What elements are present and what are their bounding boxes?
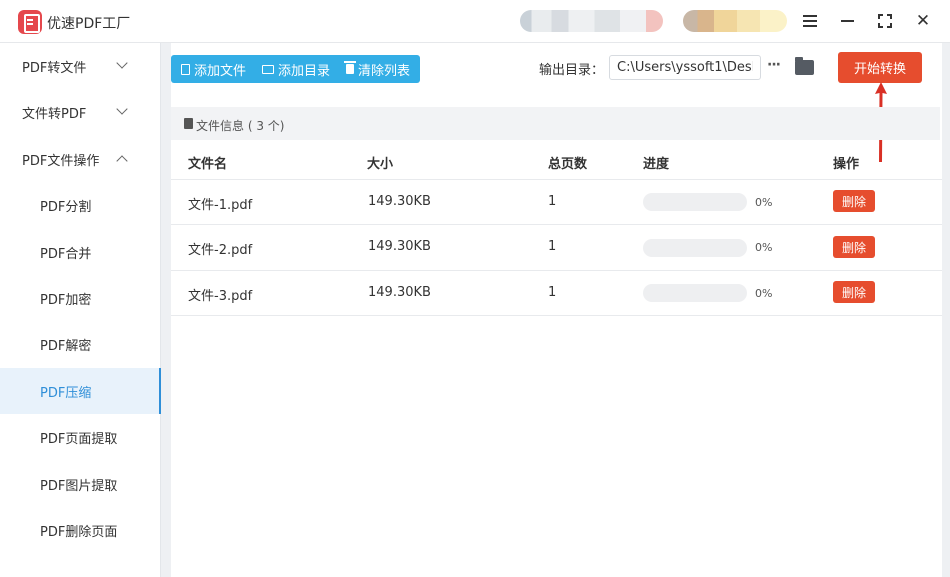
minimize-button[interactable] [834, 8, 860, 34]
sidebar-item-label: PDF解密 [40, 338, 92, 354]
page-count: 1 [548, 194, 557, 209]
add-folder-button[interactable]: 添加目录 [262, 55, 330, 83]
sidebar-group-file-to-pdf[interactable]: 文件转PDF [0, 89, 161, 135]
output-dir-label: 输出目录： [539, 63, 605, 78]
sidebar-group-pdf-operations[interactable]: PDF文件操作 [0, 136, 161, 182]
file-icon [181, 63, 190, 75]
progress-bar [643, 284, 747, 302]
more-options-button[interactable]: ··· [767, 57, 785, 77]
sidebar-item-decrypt[interactable]: PDF解密 [0, 321, 161, 367]
file-name: 文件-1.pdf [188, 198, 253, 213]
sidebar-group-label: 文件转PDF [22, 106, 87, 122]
sidebar-group-label: PDF文件操作 [22, 153, 100, 169]
document-icon [184, 118, 193, 129]
file-size: 149.30KB [368, 194, 431, 209]
file-count: ( 3 个) [247, 119, 285, 133]
sidebar-item-label: PDF删除页面 [40, 524, 118, 540]
sidebar-item-compress[interactable]: PDF压缩 [0, 368, 161, 414]
sidebar-group-label: PDF转文件 [22, 60, 87, 76]
sidebar-item-page-extract[interactable]: PDF页面提取 [0, 414, 161, 460]
menu-button[interactable] [797, 8, 823, 34]
progress-text: 0% [755, 196, 773, 209]
sidebar-item-label: PDF合并 [40, 246, 92, 262]
close-icon: ✕ [915, 11, 931, 31]
chevron-down-icon [116, 103, 128, 115]
table-row [171, 225, 942, 271]
file-info-bar [171, 107, 940, 140]
minimize-icon [840, 20, 854, 22]
pdf-logo-icon [18, 10, 42, 34]
file-size: 149.30KB [368, 285, 431, 300]
title-bar: 优速PDF工厂 ✕ [0, 0, 950, 43]
column-header-pages: 总页数 [548, 157, 588, 172]
sidebar-item-label: PDF页面提取 [40, 431, 118, 447]
app-title: 优速PDF工厂 [47, 16, 131, 32]
add-file-button[interactable]: 添加文件 [181, 55, 246, 83]
sidebar-item-label: PDF图片提取 [40, 478, 118, 494]
chevron-down-icon [116, 57, 128, 69]
maximize-button[interactable] [872, 8, 898, 34]
column-header-action: 操作 [833, 157, 860, 172]
file-size: 149.30KB [368, 239, 431, 254]
delete-button[interactable]: 删除 [833, 236, 875, 258]
sidebar-item-split[interactable]: PDF分割 [0, 182, 161, 228]
sidebar: PDF转文件 文件转PDF PDF文件操作 PDF分割 PDF合并 PDF加密 … [0, 43, 161, 577]
clear-list-button[interactable]: 清除列表 [344, 55, 411, 83]
page-count: 1 [548, 285, 557, 300]
chevron-up-icon [116, 155, 128, 167]
column-header-size: 大小 [367, 157, 394, 172]
file-info-text: 文件信息 ( 3 个) [196, 117, 284, 134]
sidebar-item-merge[interactable]: PDF合并 [0, 229, 161, 275]
page-count: 1 [548, 239, 557, 254]
delete-button[interactable]: 删除 [833, 190, 875, 212]
sidebar-item-label: PDF压缩 [40, 385, 92, 401]
progress-bar [643, 193, 747, 211]
column-header-progress: 进度 [643, 157, 670, 172]
file-name: 文件-2.pdf [188, 243, 253, 258]
output-dir-input[interactable] [609, 55, 761, 80]
table-row [171, 270, 942, 316]
maximize-icon [878, 14, 892, 28]
delete-button[interactable]: 删除 [833, 281, 875, 303]
add-file-label: 添加文件 [194, 63, 247, 79]
file-info-label: 文件信息 [196, 119, 245, 133]
column-header-name: 文件名 [188, 157, 228, 172]
sidebar-item-delete-pages[interactable]: PDF删除页面 [0, 507, 161, 553]
folder-outline-icon [262, 64, 274, 74]
blurred-user-info [520, 10, 663, 32]
sidebar-item-label: PDF加密 [40, 292, 92, 308]
close-button[interactable]: ✕ [910, 8, 936, 34]
sidebar-group-pdf-to-file[interactable]: PDF转文件 [0, 43, 161, 89]
hamburger-icon [803, 20, 817, 22]
sidebar-item-encrypt[interactable]: PDF加密 [0, 275, 161, 321]
progress-bar [643, 239, 747, 257]
progress-text: 0% [755, 287, 773, 300]
clear-list-label: 清除列表 [358, 63, 411, 79]
add-folder-label: 添加目录 [278, 63, 331, 79]
blurred-avatar[interactable] [683, 10, 787, 32]
file-name: 文件-3.pdf [188, 289, 253, 304]
open-folder-icon[interactable] [795, 57, 814, 75]
trash-icon [344, 61, 356, 74]
sidebar-item-label: PDF分割 [40, 199, 92, 215]
progress-text: 0% [755, 241, 773, 254]
table-row [171, 179, 942, 225]
start-convert-button[interactable]: 开始转换 [838, 52, 922, 83]
sidebar-item-image-extract[interactable]: PDF图片提取 [0, 461, 161, 507]
